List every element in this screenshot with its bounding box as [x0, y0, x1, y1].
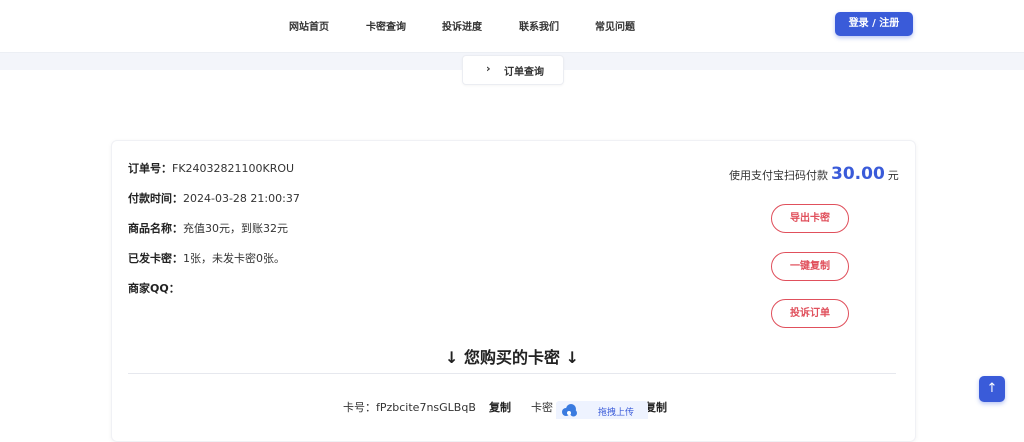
top-header: 网站首页 卡密查询 投诉进度 联系我们 常见问题 登录 / 注册 — [0, 0, 1024, 53]
pay-time-value: 2024-03-28 21:00:37 — [183, 192, 300, 205]
arrow-up-icon: ↑ — [986, 381, 998, 396]
nav-item-contact[interactable]: 联系我们 — [519, 18, 559, 33]
issued-cards-row: 已发卡密：1张，未发卡密0张。 — [128, 250, 285, 266]
product-name-value: 充值30元，到账32元 — [183, 222, 288, 235]
payment-amount: 30.00 — [831, 164, 885, 184]
purchased-cards-title: ↓ 您购买的卡密 ↓ — [445, 348, 579, 367]
copy-all-button[interactable]: 一键复制 — [771, 252, 849, 281]
issued-cards-value: 1张，未发卡密0张。 — [183, 252, 285, 265]
complain-order-button[interactable]: 投诉订单 — [771, 299, 849, 328]
section-divider — [128, 373, 896, 374]
breadcrumb-label: 订单查询 — [504, 67, 544, 78]
product-name-row: 商品名称：充值30元，到账32元 — [128, 220, 288, 236]
drag-upload-label: 拖拽上传 — [598, 408, 635, 418]
nav-item-card-query[interactable]: 卡密查询 — [366, 18, 406, 33]
payment-prefix: 使用支付宝扫码付款 — [729, 169, 828, 182]
nav-item-complaint-progress[interactable]: 投诉进度 — [442, 18, 482, 33]
payment-suffix: 元 — [887, 169, 899, 182]
order-number-key: 订单号： — [128, 162, 172, 175]
issued-cards-key: 已发卡密： — [128, 252, 183, 265]
payment-info: 使用支付宝扫码付款 30.00 元 — [729, 164, 899, 184]
breadcrumb: › 订单查询 — [462, 55, 564, 85]
login-register-button[interactable]: 登录 / 注册 — [835, 12, 913, 36]
export-cards-button[interactable]: 导出卡密 — [771, 204, 849, 233]
card-number: 卡号：fPzbcite7nsGLBqB — [343, 401, 476, 414]
nav-item-home[interactable]: 网站首页 — [289, 18, 329, 33]
merchant-qq-row: 商家QQ： — [128, 280, 180, 296]
pay-time-row: 付款时间：2024-03-28 21:00:37 — [128, 190, 300, 206]
merchant-qq-key: 商家QQ： — [128, 282, 180, 295]
pay-time-key: 付款时间： — [128, 192, 183, 205]
card-secret-label: 卡密 — [531, 401, 553, 414]
order-number-value: FK24032821100KROU — [172, 162, 295, 175]
drag-upload-widget[interactable]: 拖拽上传 — [556, 401, 648, 419]
copy-card-number-button[interactable]: 复制 — [489, 399, 511, 415]
chevron-right-icon: › — [486, 62, 491, 75]
cloud-upload-icon — [560, 403, 578, 419]
back-to-top-button[interactable]: ↑ — [979, 376, 1005, 402]
order-number-row: 订单号：FK24032821100KROU — [128, 160, 294, 176]
order-card — [111, 140, 916, 442]
nav-item-faq[interactable]: 常见问题 — [595, 18, 635, 33]
copy-card-secret-button[interactable]: 复制 — [645, 399, 667, 415]
product-name-key: 商品名称： — [128, 222, 183, 235]
